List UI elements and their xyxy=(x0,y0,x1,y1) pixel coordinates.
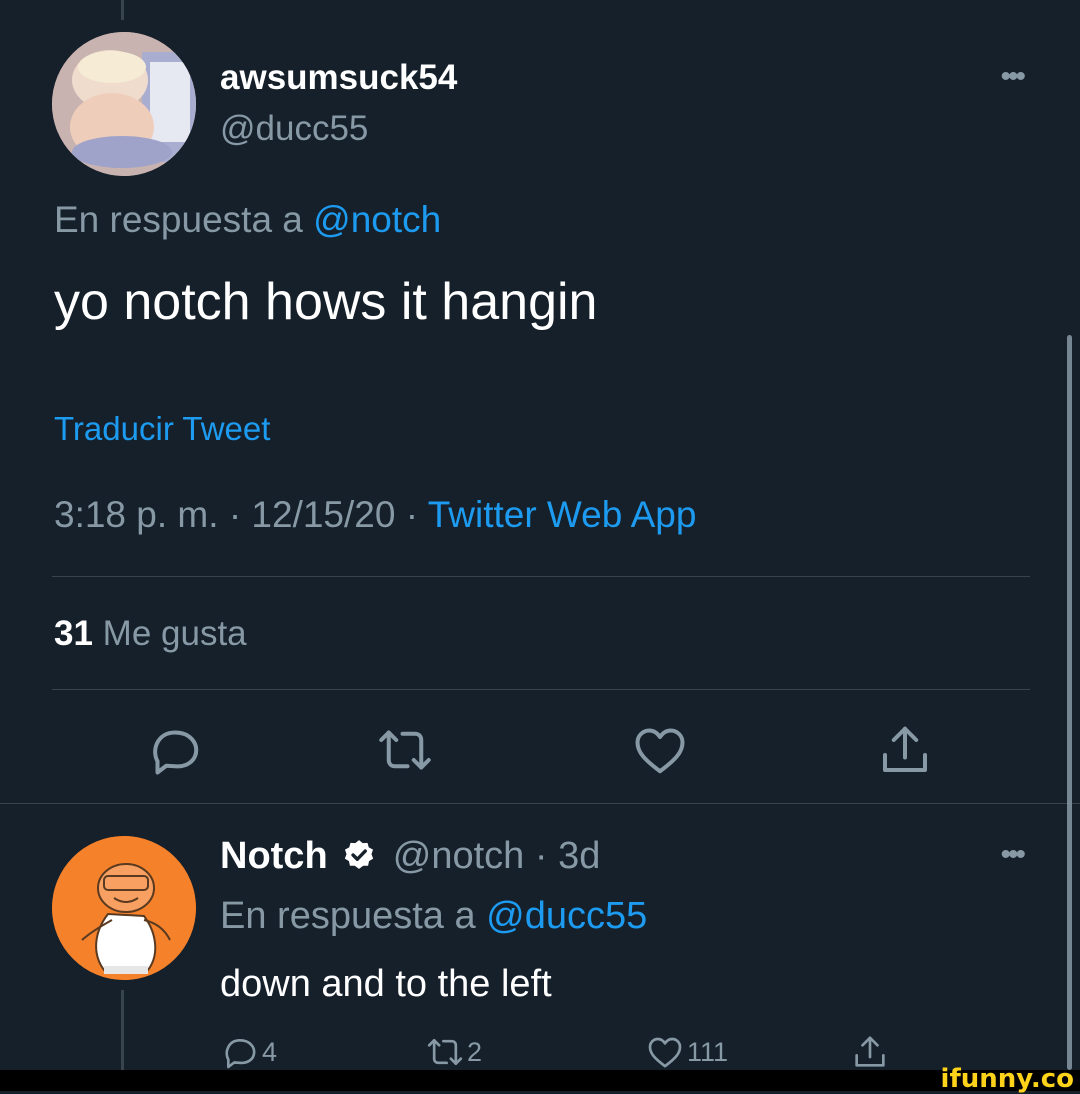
meta-separator: · xyxy=(405,494,419,535)
more-options-icon[interactable]: ••• xyxy=(1000,60,1025,94)
likes-count: 31 xyxy=(54,614,93,653)
tweet-date[interactable]: 12/15/20 xyxy=(251,494,395,535)
avatar[interactable] xyxy=(52,32,196,176)
retweet-icon[interactable] xyxy=(375,720,435,780)
like-count: 111 xyxy=(687,1036,729,1067)
retweet-icon xyxy=(427,1039,463,1065)
divider xyxy=(0,803,1080,804)
like-heart-icon[interactable] xyxy=(630,720,690,780)
share-button[interactable] xyxy=(850,1032,892,1072)
reply-handle[interactable]: @notch xyxy=(393,835,525,877)
reply-avatar[interactable] xyxy=(52,836,196,980)
thread-line xyxy=(121,990,124,1070)
reply-display-name[interactable]: Notch xyxy=(220,835,328,877)
translate-link[interactable]: Traducir Tweet xyxy=(54,410,270,448)
verified-badge-icon xyxy=(342,838,376,872)
share-icon[interactable] xyxy=(875,720,935,780)
divider xyxy=(52,689,1030,690)
reply-icon[interactable] xyxy=(145,720,205,780)
reply-text: down and to the left xyxy=(220,963,552,1005)
reply-age[interactable]: 3d xyxy=(558,835,600,877)
reply-count: 4 xyxy=(262,1036,278,1067)
divider xyxy=(52,576,1030,577)
reply-prefix: En respuesta a xyxy=(220,895,476,937)
likes-label: Me gusta xyxy=(102,614,247,653)
meta-separator: · xyxy=(534,835,548,877)
avatar-image xyxy=(52,32,196,176)
thread-line xyxy=(121,0,124,20)
display-name[interactable]: awsumsuck54 xyxy=(220,58,457,98)
tweet-time[interactable]: 3:18 p. m. xyxy=(54,494,219,535)
handle[interactable]: @ducc55 xyxy=(220,109,368,149)
more-options-icon[interactable]: ••• xyxy=(1000,838,1025,872)
tweet-text: yo notch hows it hangin xyxy=(54,273,598,331)
meta-separator: · xyxy=(228,494,242,535)
reply-context: En respuesta a @notch xyxy=(54,199,441,241)
watermark-logo: ifunny.co xyxy=(940,1064,1074,1094)
reply-to-mention[interactable]: @ducc55 xyxy=(486,895,647,937)
retweet-button[interactable]: 2 xyxy=(425,1032,482,1072)
scrollbar[interactable] xyxy=(1067,335,1072,1070)
retweet-count: 2 xyxy=(467,1036,483,1067)
avatar-image xyxy=(52,836,196,980)
tweet-meta: 3:18 p. m. · 12/15/20 · Twitter Web App xyxy=(54,494,696,536)
reply-prefix: En respuesta a xyxy=(54,199,303,240)
share-icon xyxy=(855,1036,885,1067)
like-heart-icon xyxy=(648,1037,682,1068)
reply-button[interactable]: 4 xyxy=(220,1032,277,1072)
watermark-bar xyxy=(0,1070,1080,1091)
like-button[interactable]: 111 xyxy=(645,1032,728,1072)
reply-icon xyxy=(225,1039,256,1069)
reply-context: En respuesta a @ducc55 xyxy=(220,895,647,938)
likes-stat[interactable]: 31 Me gusta xyxy=(54,614,247,654)
reply-to-mention[interactable]: @notch xyxy=(313,199,441,240)
tweet-source[interactable]: Twitter Web App xyxy=(428,494,697,535)
reply-author[interactable]: Notch @notch · 3d xyxy=(220,835,600,878)
